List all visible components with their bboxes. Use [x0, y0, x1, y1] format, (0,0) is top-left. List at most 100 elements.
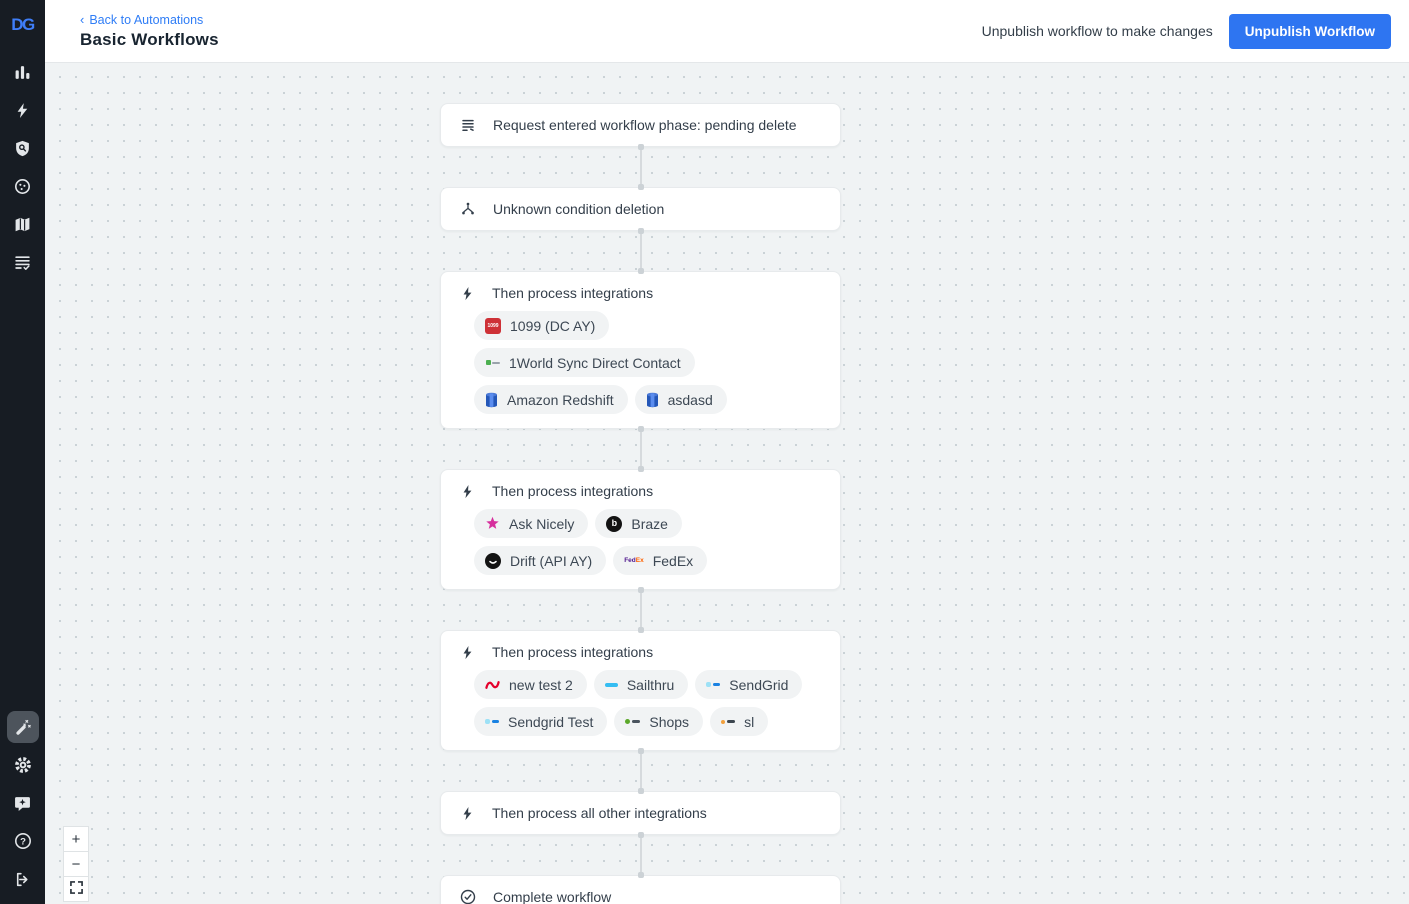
logout-icon — [7, 863, 39, 895]
fit-view-icon — [69, 880, 83, 898]
integration-chip[interactable]: 1099 1099 (DC AY) — [474, 311, 610, 340]
node-header: Complete workflow — [460, 889, 821, 904]
logo-1worldsync — [485, 358, 500, 368]
logo-fedex: Fed Ex — [624, 557, 644, 564]
bolt-dark-icon — [460, 806, 475, 821]
sidebar-item-gear[interactable] — [4, 746, 42, 784]
sidebar-item-magic-wand[interactable] — [4, 708, 42, 746]
integration-chip[interactable]: Shops — [614, 707, 704, 736]
integration-chip[interactable]: Sendgrid Test — [474, 707, 608, 736]
gear-icon — [7, 749, 39, 781]
workflow-node[interactable]: Then process integrations Ask Nicely b Bra… — [440, 469, 841, 590]
header-left: ‹ Back to Automations Basic Workflows — [80, 13, 219, 50]
sidebar-item-bar-chart[interactable] — [4, 53, 42, 91]
integration-chip[interactable]: Fed Ex FedEx — [613, 546, 708, 575]
node-label: Then process integrations — [492, 644, 654, 660]
integration-chip-label: asdasd — [667, 391, 713, 408]
integration-chip-label: Sailthru — [626, 676, 675, 693]
logo-ask-nicely — [485, 516, 500, 531]
magic-wand-icon — [6, 711, 39, 743]
node-label: Then process integrations — [492, 285, 654, 301]
zoom-in-button[interactable]: + — [63, 826, 89, 852]
workflow-node[interactable]: Unknown condition deletion — [440, 187, 841, 231]
node-label: Then process all other integrations — [492, 805, 707, 821]
map-icon — [7, 208, 39, 240]
bolt-dark-icon — [460, 286, 475, 301]
integration-chip-list: 1099 1099 (DC AY) 1World Sync Direct Conta… — [474, 311, 821, 414]
node-header: Then process integrations — [460, 285, 821, 301]
integration-chip[interactable]: asdasd — [634, 385, 727, 414]
workflow-node[interactable]: Then process all other integrations — [440, 791, 841, 835]
canvas-zoom-controls: + − — [63, 826, 89, 902]
integration-chip[interactable]: b Braze — [595, 509, 682, 538]
bar-chart-icon — [7, 56, 39, 88]
sidebar-item-shield-search[interactable] — [4, 129, 42, 167]
node-header: Then process all other integrations — [460, 805, 821, 821]
node-connector-line — [637, 832, 644, 878]
logo-sendgrid — [706, 682, 721, 687]
integration-chip-label: Ask Nicely — [509, 515, 575, 532]
integration-chip[interactable]: 1World Sync Direct Contact — [474, 348, 695, 377]
logo-1099: 1099 — [485, 317, 501, 334]
doc-check-icon — [7, 246, 39, 278]
sidebar-item-feedback[interactable] — [4, 784, 42, 822]
sidebar-bottom-nav: ? — [4, 708, 42, 904]
node-label: Unknown condition deletion — [493, 201, 665, 217]
chevron-left-icon: ‹ — [80, 12, 85, 27]
node-label: Complete workflow — [493, 889, 612, 904]
integration-chip[interactable]: Ask Nicely — [474, 509, 589, 538]
bolt-dark-icon — [460, 484, 475, 499]
integration-chip[interactable]: sl — [710, 707, 769, 736]
fit-view-button[interactable] — [63, 876, 89, 902]
unpublish-workflow-button[interactable]: Unpublish Workflow — [1228, 13, 1391, 49]
phase-list-icon — [460, 117, 476, 133]
integration-chip-label: Amazon Redshift — [507, 391, 614, 408]
integration-chip[interactable]: SendGrid — [695, 670, 803, 699]
integration-chip-label: FedEx — [652, 552, 694, 569]
check-circle-icon — [460, 889, 476, 904]
integration-chip-label: Braze — [631, 515, 668, 532]
logo-amazon-redshift — [485, 392, 498, 408]
back-to-automations-link[interactable]: ‹ Back to Automations — [80, 13, 219, 27]
sidebar-item-cookie[interactable] — [4, 167, 42, 205]
sidebar-item-doc-check[interactable] — [4, 243, 42, 281]
integration-chip-label: Drift (API AY) — [510, 552, 593, 569]
logo-sailthru — [604, 682, 618, 687]
integration-chip-label: SendGrid — [729, 676, 789, 693]
page-header: ‹ Back to Automations Basic Workflows Un… — [45, 0, 1409, 63]
sidebar-item-map[interactable] — [4, 205, 42, 243]
logo-amazon-redshift — [646, 392, 659, 408]
node-connector-line — [637, 144, 644, 190]
workflow-node[interactable]: Then process integrations 1099 1099 (DC A… — [440, 271, 841, 429]
integration-chip-label: Sendgrid Test — [508, 713, 594, 730]
branch-icon — [460, 201, 476, 217]
node-connector-line — [637, 426, 644, 472]
integration-chip[interactable]: Drift (API AY) — [474, 546, 607, 575]
node-header: Then process integrations — [460, 483, 821, 499]
workflow-node[interactable]: Complete workflow — [440, 875, 841, 904]
node-connector-line — [637, 228, 644, 274]
unpublish-note: Unpublish workflow to make changes — [981, 23, 1213, 39]
sidebar-item-logout[interactable] — [4, 860, 42, 898]
integration-chip[interactable]: new test 2 — [474, 670, 587, 699]
feedback-icon — [7, 787, 39, 819]
sidebar-item-help[interactable]: ? — [4, 822, 42, 860]
integration-chip-list: new test 2 Sailthru SendGrid Sendgrid Test S… — [474, 670, 821, 736]
back-link-label: Back to Automations — [89, 12, 204, 27]
shield-search-icon — [7, 132, 39, 164]
workflow-canvas[interactable]: Request entered workflow phase: pending … — [45, 63, 1409, 904]
integration-chip[interactable]: Sailthru — [593, 670, 689, 699]
logo-shops — [625, 719, 641, 724]
workflow-node[interactable]: Then process integrations new test 2 Sail… — [440, 630, 841, 751]
integration-chip-label: Shops — [649, 713, 690, 730]
bolt-dark-icon — [460, 645, 475, 660]
sidebar-item-bolt[interactable] — [4, 91, 42, 129]
logo-braze: b — [606, 515, 623, 532]
app-logo[interactable]: DG — [11, 13, 35, 37]
node-connector-line — [637, 587, 644, 633]
workflow-node[interactable]: Request entered workflow phase: pending … — [440, 103, 841, 147]
integration-chip-label: 1099 (DC AY) — [510, 317, 596, 334]
integration-chip[interactable]: Amazon Redshift — [474, 385, 628, 414]
zoom-out-button[interactable]: − — [63, 851, 89, 877]
node-connector-line — [637, 748, 644, 794]
